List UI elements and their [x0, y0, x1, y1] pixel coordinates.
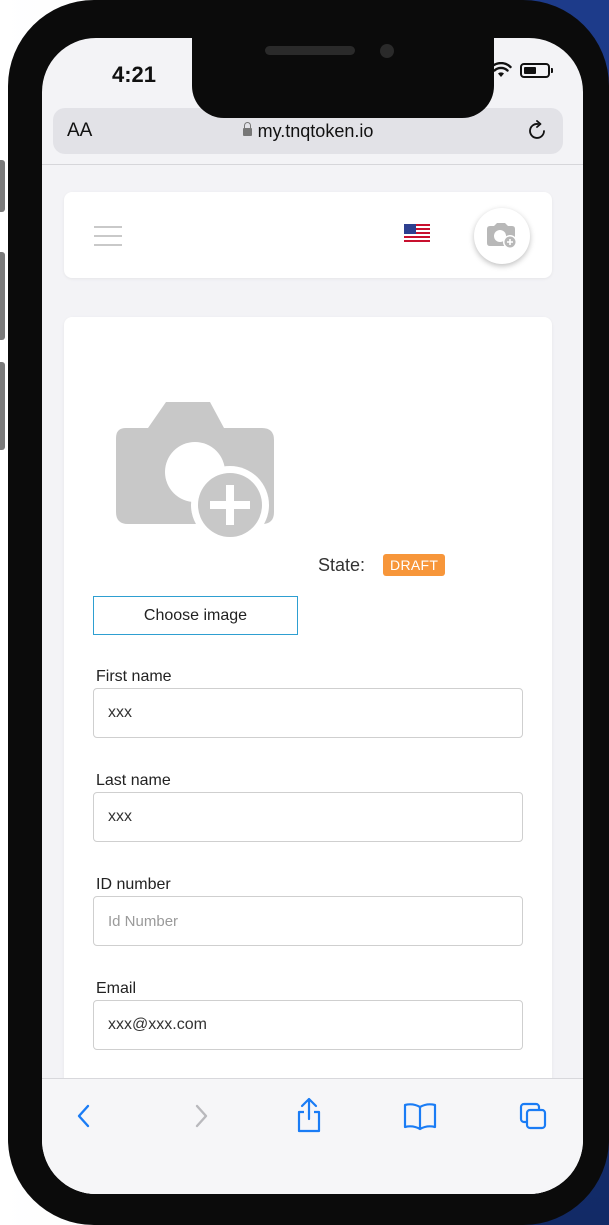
battery-icon	[520, 62, 553, 78]
text-size-button[interactable]: AA	[67, 120, 92, 142]
side-button	[0, 252, 5, 340]
us-flag-icon[interactable]	[404, 224, 430, 243]
profile-card: State: DRAFT Choose image First name xxx…	[64, 317, 552, 1194]
side-button	[0, 160, 5, 212]
url-text: my.tnqtoken.io	[257, 120, 374, 141]
id-number-label: ID number	[96, 876, 171, 893]
lock-icon	[242, 121, 252, 136]
url-display: my.tnqtoken.io	[53, 121, 563, 142]
last-name-label: Last name	[96, 772, 171, 789]
state-label: State:	[318, 554, 366, 575]
first-name-label: First name	[96, 668, 172, 685]
chevron-left-icon[interactable]	[70, 1101, 100, 1131]
state-row: State: DRAFT	[318, 554, 446, 576]
chevron-right-icon[interactable]	[185, 1101, 215, 1131]
email-field[interactable]: xxx@xxx.com	[93, 1000, 523, 1050]
phone-frame: 4:21 AA my.tnqtoken.io State: DRAFT Choo…	[8, 0, 609, 1225]
phone-screen: 4:21 AA my.tnqtoken.io State: DRAFT Choo…	[42, 38, 583, 1194]
profile-photo-button[interactable]	[474, 208, 530, 264]
speaker	[265, 46, 355, 55]
camera-add-icon[interactable]	[114, 402, 276, 548]
front-camera	[380, 44, 394, 58]
reload-icon[interactable]	[525, 119, 549, 143]
url-divider	[42, 164, 583, 165]
book-icon[interactable]	[402, 1101, 438, 1131]
camera-add-icon	[487, 223, 517, 249]
hamburger-icon[interactable]	[94, 226, 124, 248]
browser-toolbar	[42, 1078, 583, 1194]
email-label: Email	[96, 980, 137, 997]
tabs-icon[interactable]	[518, 1101, 548, 1131]
first-name-field[interactable]: xxx	[93, 688, 523, 738]
text-size-label: AA	[67, 120, 93, 141]
side-button	[0, 362, 5, 450]
id-number-field[interactable]: Id Number	[93, 896, 523, 946]
status-time: 4:21	[112, 62, 157, 87]
app-header	[64, 192, 552, 278]
share-icon[interactable]	[293, 1097, 325, 1133]
choose-image-button[interactable]: Choose image	[93, 596, 298, 635]
last-name-field[interactable]: xxx	[93, 792, 523, 842]
status-badge: DRAFT	[383, 554, 446, 576]
